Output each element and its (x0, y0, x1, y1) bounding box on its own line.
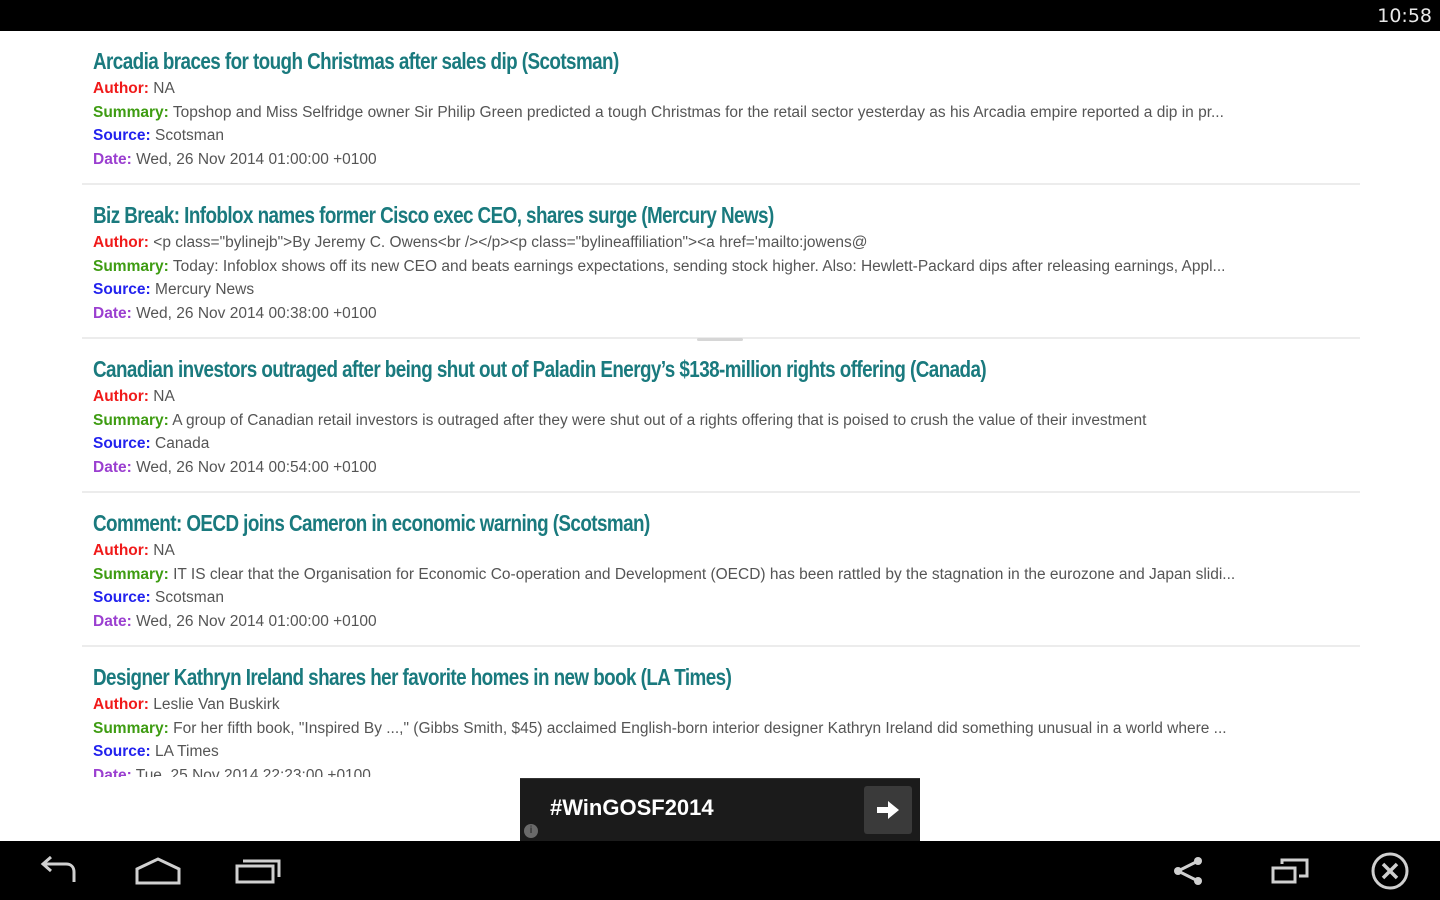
date-value: Tue, 25 Nov 2014 22:23:00 +0100 (135, 766, 371, 778)
author-label: Author: (93, 234, 149, 251)
summary-label: Summary: (93, 103, 169, 121)
article-author: Author: NA (93, 385, 1348, 409)
list-item[interactable]: Designer Kathryn Ireland shares her favo… (82, 647, 1360, 777)
ad-banner[interactable]: #WinGOSF2014 i (520, 778, 920, 841)
article-title[interactable]: Biz Break: Infoblox names former Cisco e… (93, 199, 1132, 231)
author-label: Author: (93, 696, 149, 713)
ad-info-icon[interactable]: i (524, 824, 538, 838)
article-title[interactable]: Designer Kathryn Ireland shares her favo… (93, 661, 1132, 693)
summary-value: For her fifth book, "Inspired By ...," (… (173, 719, 1227, 737)
list-item[interactable]: Biz Break: Infoblox names former Cisco e… (82, 185, 1360, 339)
source-label: Source: (93, 281, 151, 298)
date-value: Wed, 26 Nov 2014 00:38:00 +0100 (136, 304, 377, 322)
article-title[interactable]: Canadian investors outraged after being … (93, 353, 1132, 385)
source-value: Scotsman (155, 127, 224, 144)
summary-value: Today: Infoblox shows off its new CEO an… (172, 257, 1226, 275)
home-button[interactable] (128, 851, 188, 891)
summary-value: Topshop and Miss Selfridge owner Sir Phi… (172, 103, 1224, 121)
article-date: Date: Wed, 26 Nov 2014 01:00:00 +0100 (93, 610, 1348, 634)
article-summary: Summary: Today: Infoblox shows off its n… (93, 255, 1348, 279)
source-value: Canada (155, 435, 210, 452)
article-source: Source: Canada (93, 432, 1348, 456)
article-title[interactable]: Comment: OECD joins Cameron in economic … (93, 507, 1132, 539)
date-value: Wed, 26 Nov 2014 00:54:00 +0100 (136, 458, 377, 476)
share-button[interactable] (1158, 851, 1218, 891)
author-label: Author: (93, 80, 149, 97)
source-label: Source: (93, 435, 151, 452)
date-label: Date: (93, 612, 132, 630)
author-label: Author: (93, 542, 149, 559)
article-source: Source: LA Times (93, 740, 1348, 764)
list-item[interactable]: Comment: OECD joins Cameron in economic … (82, 493, 1360, 647)
date-label: Date: (93, 766, 132, 778)
article-source: Source: Scotsman (93, 124, 1348, 148)
author-value: NA (153, 80, 175, 97)
article-author: Author: NA (93, 77, 1348, 101)
scroll-handle[interactable] (697, 338, 743, 341)
ad-text[interactable]: #WinGOSF2014 (550, 795, 714, 821)
article-source: Source: Scotsman (93, 586, 1348, 610)
article-summary: Summary: Topshop and Miss Selfridge owne… (93, 101, 1348, 125)
recent-apps-button[interactable] (228, 851, 288, 891)
article-source: Source: Mercury News (93, 278, 1348, 302)
close-icon (1371, 852, 1409, 890)
article-date: Date: Tue, 25 Nov 2014 22:23:00 +0100 (93, 764, 1348, 778)
share-icon (1174, 857, 1202, 885)
source-value: Mercury News (155, 281, 255, 298)
status-bar: 10:58 (0, 0, 1440, 31)
source-label: Source: (93, 743, 151, 760)
news-feed-list[interactable]: Arcadia braces for tough Christmas after… (0, 31, 1440, 777)
home-icon (135, 857, 181, 885)
article-summary: Summary: A group of Canadian retail inve… (93, 409, 1348, 433)
author-value: Leslie Van Buskirk (153, 696, 280, 713)
summary-value: A group of Canadian retail investors is … (172, 411, 1147, 429)
date-label: Date: (93, 150, 132, 168)
article-author: Author: <p class="bylinejb">By Jeremy C.… (93, 231, 1348, 255)
screen-toggle-icon (1271, 858, 1309, 884)
article-date: Date: Wed, 26 Nov 2014 00:54:00 +0100 (93, 456, 1348, 480)
source-label: Source: (93, 589, 151, 606)
source-value: Scotsman (155, 589, 224, 606)
author-value: <p class="bylinejb">By Jeremy C. Owens<b… (153, 234, 868, 251)
summary-label: Summary: (93, 719, 169, 737)
arrow-right-icon (877, 801, 899, 819)
system-nav-bar (0, 841, 1440, 900)
ad-arrow-button[interactable] (864, 786, 912, 834)
article-author: Author: NA (93, 539, 1348, 563)
close-button[interactable] (1360, 851, 1420, 891)
back-icon (40, 856, 76, 882)
summary-label: Summary: (93, 411, 169, 429)
date-value: Wed, 26 Nov 2014 01:00:00 +0100 (136, 612, 377, 630)
list-item[interactable]: Arcadia braces for tough Christmas after… (82, 31, 1360, 185)
date-value: Wed, 26 Nov 2014 01:00:00 +0100 (136, 150, 377, 168)
article-summary: Summary: For her fifth book, "Inspired B… (93, 717, 1348, 741)
screen-toggle-button[interactable] (1260, 851, 1320, 891)
article-author: Author: Leslie Van Buskirk (93, 693, 1348, 717)
back-button[interactable] (28, 851, 88, 891)
source-value: LA Times (155, 743, 219, 760)
summary-label: Summary: (93, 565, 169, 583)
author-value: NA (153, 388, 175, 405)
list-item[interactable]: Canadian investors outraged after being … (82, 339, 1360, 493)
status-time: 10:58 (1377, 5, 1432, 27)
article-date: Date: Wed, 26 Nov 2014 00:38:00 +0100 (93, 302, 1348, 326)
summary-label: Summary: (93, 257, 169, 275)
date-label: Date: (93, 458, 132, 476)
author-label: Author: (93, 388, 149, 405)
article-summary: Summary: IT IS clear that the Organisati… (93, 563, 1348, 587)
date-label: Date: (93, 304, 132, 322)
summary-value: IT IS clear that the Organisation for Ec… (173, 565, 1236, 583)
article-title[interactable]: Arcadia braces for tough Christmas after… (93, 45, 1132, 77)
author-value: NA (153, 542, 175, 559)
article-date: Date: Wed, 26 Nov 2014 01:00:00 +0100 (93, 148, 1348, 172)
recent-apps-icon (235, 859, 281, 884)
source-label: Source: (93, 127, 151, 144)
